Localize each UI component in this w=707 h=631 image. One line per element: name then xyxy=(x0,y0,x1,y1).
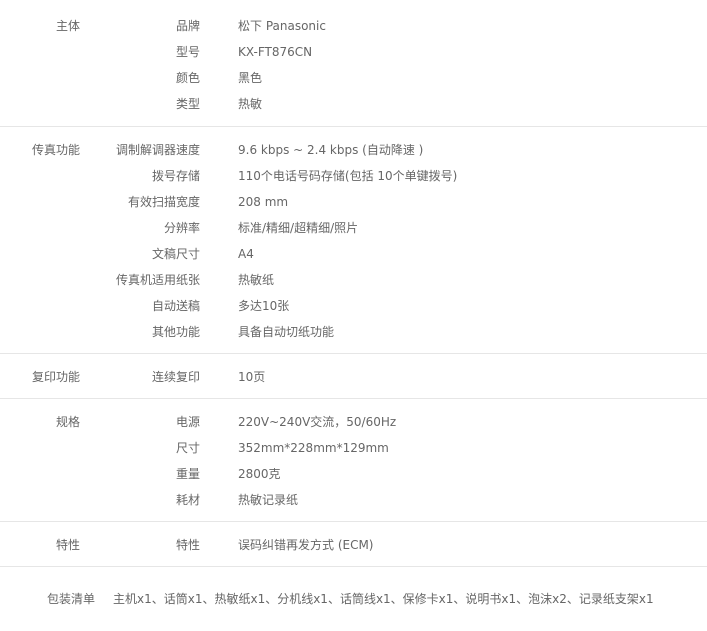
spec-label: 自动送稿 xyxy=(151,299,200,313)
spec-row: 特性 误码纠错再发方式 (ECM) xyxy=(0,532,707,558)
spec-row: 尺寸 352mm*228mm*129mm xyxy=(0,435,707,461)
spec-label: 特性 xyxy=(175,538,200,552)
spec-value: 松下 Panasonic xyxy=(238,19,326,33)
spec-row: 重量 2800克 xyxy=(0,461,707,487)
spec-section-features: 特性 特性 误码纠错再发方式 (ECM) xyxy=(0,522,707,567)
spec-value: 误码纠错再发方式 (ECM) xyxy=(238,538,374,552)
spec-row: 连续复印 10页 xyxy=(0,364,707,390)
spec-label: 文稿尺寸 xyxy=(151,247,200,261)
spec-label: 调制解调器速度 xyxy=(115,143,200,157)
spec-row: 有效扫描宽度 208 mm xyxy=(0,189,707,215)
spec-label: 电源 xyxy=(175,415,200,429)
spec-value: 9.6 kbps ~ 2.4 kbps (自动降速 ) xyxy=(238,143,424,157)
package-list-value: 主机x1、话筒x1、热敏纸x1、分机线x1、话筒线x1、保修卡x1、说明书x1、… xyxy=(113,592,654,606)
spec-value: 220V~240V交流，50/60Hz xyxy=(238,415,397,429)
spec-label: 其他功能 xyxy=(151,325,200,339)
package-list-row: 包装清单 主机x1、话筒x1、热敏纸x1、分机线x1、话筒线x1、保修卡x1、说… xyxy=(0,567,707,631)
spec-label: 颜色 xyxy=(175,71,200,85)
spec-value: 多达10张 xyxy=(238,299,290,313)
spec-row: 传真机适用纸张 热敏纸 xyxy=(0,267,707,293)
spec-value: 热敏记录纸 xyxy=(238,493,299,507)
package-list-label: 包装清单 xyxy=(46,592,95,606)
spec-label: 分辨率 xyxy=(163,221,200,235)
spec-row: 电源 220V~240V交流，50/60Hz xyxy=(0,409,707,435)
spec-value: 10页 xyxy=(238,370,266,384)
spec-row: 类型 热敏 xyxy=(0,91,707,117)
spec-row: 型号 KX-FT876CN xyxy=(0,39,707,65)
spec-table: 主体 品牌 松下 Panasonic 型号 KX-FT876CN 颜色 黑色 类… xyxy=(0,0,707,631)
spec-value: A4 xyxy=(238,247,254,261)
spec-label: 拨号存储 xyxy=(151,169,200,183)
spec-row: 颜色 黑色 xyxy=(0,65,707,91)
spec-value: 黑色 xyxy=(238,71,263,85)
spec-row: 品牌 松下 Panasonic xyxy=(0,13,707,39)
spec-label: 型号 xyxy=(175,45,200,59)
spec-row: 自动送稿 多达10张 xyxy=(0,293,707,319)
spec-section-fax: 传真功能 调制解调器速度 9.6 kbps ~ 2.4 kbps (自动降速 )… xyxy=(0,127,707,354)
spec-label: 尺寸 xyxy=(175,441,200,455)
spec-value: 热敏纸 xyxy=(238,273,275,287)
spec-row: 文稿尺寸 A4 xyxy=(0,241,707,267)
spec-value: 热敏 xyxy=(238,97,263,111)
spec-value: 标准/精细/超精细/照片 xyxy=(238,221,359,235)
spec-row: 分辨率 标准/精细/超精细/照片 xyxy=(0,215,707,241)
spec-section-specs: 规格 电源 220V~240V交流，50/60Hz 尺寸 352mm*228mm… xyxy=(0,399,707,522)
spec-value: 208 mm xyxy=(238,195,289,209)
spec-label: 连续复印 xyxy=(151,370,200,384)
spec-row: 耗材 热敏记录纸 xyxy=(0,487,707,513)
spec-row: 拨号存储 110个电话号码存储(包括 10个单键拨号) xyxy=(0,163,707,189)
spec-value: 110个电话号码存储(包括 10个单键拨号) xyxy=(238,169,458,183)
spec-section-main: 主体 品牌 松下 Panasonic 型号 KX-FT876CN 颜色 黑色 类… xyxy=(0,0,707,127)
spec-section-copy: 复印功能 连续复印 10页 xyxy=(0,354,707,399)
spec-label: 重量 xyxy=(175,467,200,481)
spec-label: 类型 xyxy=(175,97,200,111)
spec-value: 具备自动切纸功能 xyxy=(238,325,335,339)
spec-row: 调制解调器速度 9.6 kbps ~ 2.4 kbps (自动降速 ) xyxy=(0,137,707,163)
spec-label: 传真机适用纸张 xyxy=(115,273,200,287)
spec-value: 352mm*228mm*129mm xyxy=(238,441,389,455)
spec-label: 有效扫描宽度 xyxy=(127,195,200,209)
spec-value: 2800克 xyxy=(238,467,281,481)
spec-row: 其他功能 具备自动切纸功能 xyxy=(0,319,707,345)
spec-value: KX-FT876CN xyxy=(238,45,313,59)
spec-label: 耗材 xyxy=(175,493,200,507)
spec-label: 品牌 xyxy=(175,19,200,33)
